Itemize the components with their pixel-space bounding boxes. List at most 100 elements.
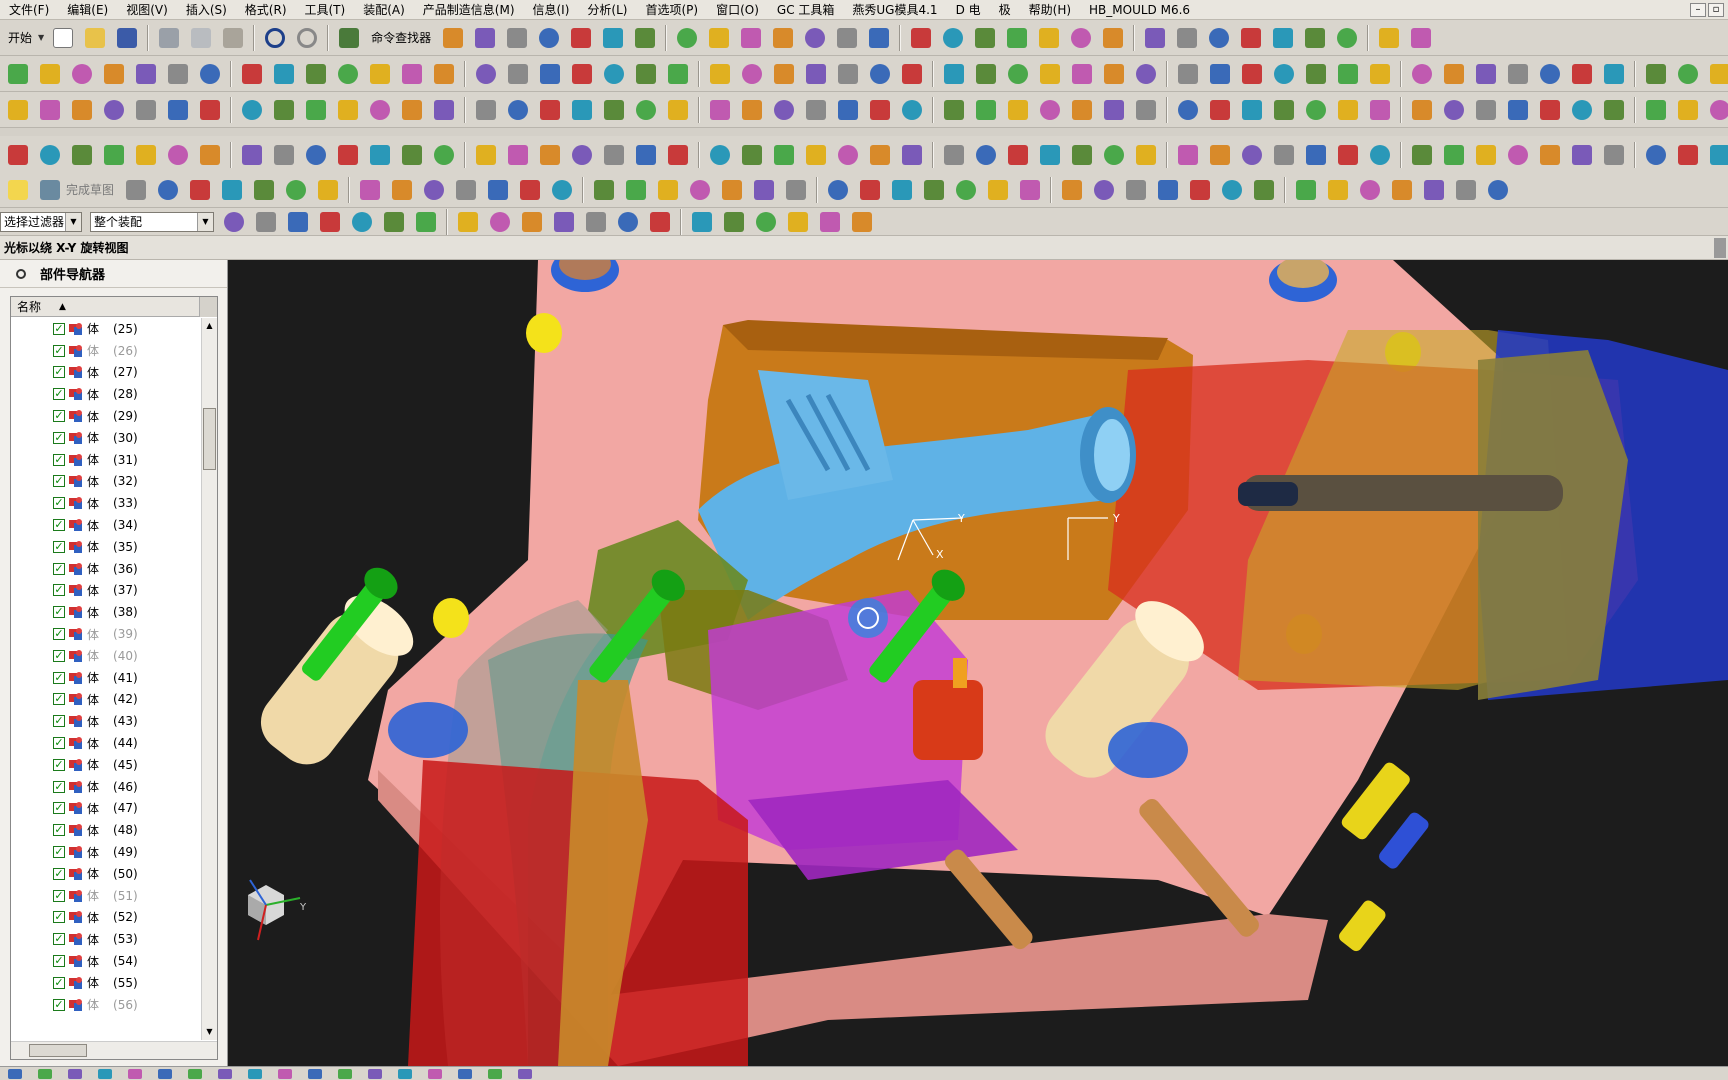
finish-sketch-icon[interactable] [35,175,65,205]
feature-tool-icon[interactable] [1333,59,1363,89]
feature-tool-icon[interactable] [237,59,267,89]
curve-tool-icon[interactable] [163,95,193,125]
copy-icon[interactable] [186,23,216,53]
tree-row-body[interactable]: ✓ 体 (45) [11,754,201,776]
visibility-checkbox[interactable]: ✓ [53,519,65,532]
tool-icon[interactable] [1034,23,1064,53]
feature-tool-icon[interactable] [1599,59,1629,89]
visibility-checkbox[interactable]: ✓ [53,540,65,553]
taskbar-tool-icon[interactable] [428,1068,442,1079]
menu-item[interactable]: D 电 [947,0,990,20]
menu-item[interactable]: 格式(R) [236,0,296,20]
visibility-checkbox[interactable]: ✓ [53,649,65,662]
curve-tool-icon[interactable] [737,95,767,125]
snap-point-icon[interactable] [485,208,515,235]
snap-point-icon[interactable] [315,208,345,235]
tool-icon[interactable] [1172,23,1202,53]
tool-icon[interactable] [630,23,660,53]
feature-tool-icon[interactable] [631,59,661,89]
tree-row-body[interactable]: ✓ 体 (34) [11,514,201,536]
curve-tool-icon[interactable] [269,95,299,125]
curve-tool-icon[interactable] [365,95,395,125]
feature-tool-icon[interactable] [599,59,629,89]
sketch-tool-icon[interactable] [419,175,449,205]
mold-tool-icon[interactable] [195,140,225,170]
command-finder-icon[interactable] [334,23,364,53]
curve-tool-icon[interactable] [1333,95,1363,125]
tree-row-body[interactable]: ✓ 体 (50) [11,863,201,885]
tool-icon[interactable] [1140,23,1170,53]
tool-icon[interactable] [534,23,564,53]
curve-tool-icon[interactable] [1599,95,1629,125]
tree-row-body[interactable]: ✓ 体 (41) [11,667,201,689]
feature-tool-icon[interactable] [1099,59,1129,89]
menu-item[interactable]: 首选项(P) [636,0,707,20]
feature-tool-icon[interactable] [429,59,459,89]
tool-icon[interactable] [938,23,968,53]
taskbar-tool-icon[interactable] [458,1068,472,1079]
curve-tool-icon[interactable] [99,95,129,125]
curve-tool-icon[interactable] [865,95,895,125]
visibility-checkbox[interactable]: ✓ [53,976,65,989]
curve-tool-icon[interactable] [1173,95,1203,125]
tool-icon[interactable] [704,23,734,53]
feature-tool-icon[interactable] [535,59,565,89]
tool-icon[interactable] [1204,23,1234,53]
feature-tool-icon[interactable] [301,59,331,89]
feature-tool-icon[interactable] [663,59,693,89]
sketch-tool-icon[interactable] [749,175,779,205]
tree-row-body[interactable]: ✓ 体 (49) [11,841,201,863]
feature-tool-icon[interactable] [195,59,225,89]
curve-tool-icon[interactable] [67,95,97,125]
visibility-checkbox[interactable]: ✓ [53,824,65,837]
mold-tool-icon[interactable] [631,140,661,170]
open-folder-icon[interactable] [80,23,110,53]
mold-tool-icon[interactable] [365,140,395,170]
menu-item[interactable]: 编辑(E) [58,0,117,20]
menu-item[interactable]: HB_MOULD M6.6 [1080,0,1199,20]
navigator-horizontal-scrollbar[interactable] [11,1041,217,1059]
mold-tool-icon[interactable] [1301,140,1331,170]
curve-tool-icon[interactable] [663,95,693,125]
curve-tool-icon[interactable] [503,95,533,125]
taskbar-tool-icon[interactable] [188,1068,202,1079]
curve-tool-icon[interactable] [471,95,501,125]
tree-row-body[interactable]: ✓ 体 (37) [11,580,201,602]
tool-icon[interactable] [768,23,798,53]
chevron-down-icon[interactable]: ▼ [197,212,213,231]
mold-tool-icon[interactable] [67,140,97,170]
visibility-checkbox[interactable]: ✓ [53,322,65,335]
sketch-tool-icon[interactable] [887,175,917,205]
visibility-checkbox[interactable]: ✓ [53,737,65,750]
curve-tool-icon[interactable] [1673,95,1703,125]
visibility-checkbox[interactable]: ✓ [53,933,65,946]
feature-tool-icon[interactable] [1131,59,1161,89]
tool-icon[interactable] [1268,23,1298,53]
minimize-icon[interactable]: – [1690,2,1706,17]
mold-tool-icon[interactable] [1205,140,1235,170]
curve-tool-icon[interactable] [429,95,459,125]
tool-icon[interactable] [800,23,830,53]
taskbar-tool-icon[interactable] [128,1068,142,1079]
tree-row-body[interactable]: ✓ 体 (32) [11,471,201,493]
taskbar-tool-icon[interactable] [248,1068,262,1079]
sketch-tool-icon[interactable] [547,175,577,205]
paste-icon[interactable] [218,23,248,53]
tool-icon[interactable] [598,23,628,53]
visibility-checkbox[interactable]: ✓ [53,344,65,357]
mold-tool-icon[interactable] [1099,140,1129,170]
curve-tool-icon[interactable] [1407,95,1437,125]
sketch-tool-icon[interactable] [1217,175,1247,205]
tool-icon[interactable] [502,23,532,53]
visibility-checkbox[interactable]: ✓ [53,955,65,967]
visibility-checkbox[interactable]: ✓ [53,562,65,575]
feature-tool-icon[interactable] [1205,59,1235,89]
visibility-checkbox[interactable]: ✓ [53,475,65,488]
feature-tool-icon[interactable] [1673,59,1703,89]
feature-tool-icon[interactable] [1067,59,1097,89]
curve-tool-icon[interactable] [1535,95,1565,125]
snap-point-icon[interactable] [219,208,249,235]
feature-tool-icon[interactable] [1269,59,1299,89]
mold-tool-icon[interactable] [865,140,895,170]
visibility-checkbox[interactable]: ✓ [53,780,65,793]
